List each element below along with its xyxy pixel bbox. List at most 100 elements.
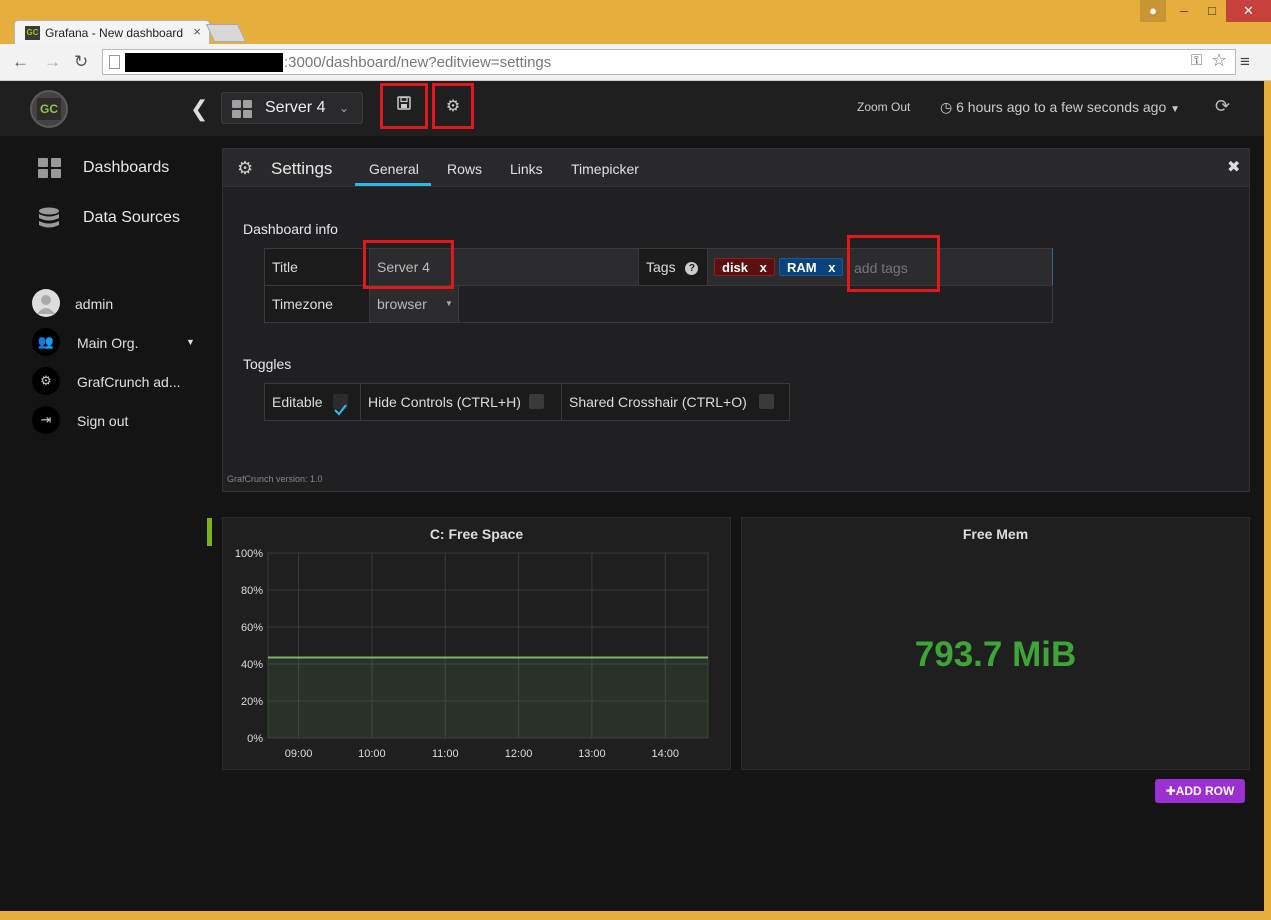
caret-down-icon: ▼ [1170, 104, 1181, 115]
caret-down-icon: ⌄ [339, 101, 350, 115]
logo-text: GC [37, 98, 61, 120]
refresh-icon[interactable]: ⟳ [1215, 96, 1230, 117]
highlight-title [363, 240, 454, 289]
sidemenu-admin[interactable]: ⚙ GrafCrunch ad... [0, 367, 210, 397]
settings-title: Settings [271, 159, 333, 178]
browser-nav-bar: ← → ↻ :3000/dashboard/new?editview=setti… [0, 44, 1271, 81]
shared-crosshair-checkbox[interactable] [759, 394, 774, 409]
url-text: :3000/dashboard/new?editview=settings [284, 54, 552, 71]
caret-down-icon: ▼ [445, 299, 453, 308]
tag-remove[interactable]: x [760, 260, 767, 275]
tag-ram[interactable]: RAM x [779, 258, 844, 276]
close-icon[interactable]: ✖ [1227, 157, 1240, 177]
singlestat-panel-free-mem[interactable]: Free Mem 793.7 MiB [741, 517, 1250, 770]
x-tick-label: 09:00 [285, 748, 313, 760]
sidemenu-label: Data Sources [83, 209, 180, 226]
add-row-label: ADD ROW [1175, 784, 1235, 798]
x-tick-label: 14:00 [651, 748, 679, 760]
user-profile-icon[interactable]: ● [1140, 0, 1166, 22]
time-range-picker[interactable]: ◷ 6 hours ago to a few seconds ago ▼ [940, 99, 1180, 116]
tag-label: disk [722, 260, 749, 275]
version-text: GrafCrunch version: 1.0 [227, 474, 323, 484]
bookmark-star-icon[interactable]: ☆ [1211, 50, 1227, 71]
tag-disk[interactable]: disk x [714, 258, 775, 276]
dashboard-picker[interactable]: Server 4 ⌄ [221, 92, 363, 124]
browser-tab-title: Grafana - New dashboard [45, 26, 184, 40]
toggles-heading: Toggles [243, 356, 292, 372]
minimize-window-icon[interactable]: – [1170, 0, 1198, 22]
toggle-shared-crosshair[interactable]: Shared Crosshair (CTRL+O) [561, 383, 790, 421]
back-arrow-icon[interactable]: ← [12, 52, 29, 72]
browser-tab[interactable]: GC Grafana - New dashboard × [14, 20, 210, 45]
y-tick-label: 60% [241, 622, 263, 634]
database-icon [38, 207, 60, 236]
y-tick-label: 80% [241, 585, 263, 597]
x-tick-label: 12:00 [505, 748, 533, 760]
timezone-select[interactable]: browser ▼ [369, 285, 459, 323]
timezone-value: browser [377, 296, 427, 312]
editable-checkbox[interactable] [333, 394, 348, 416]
chevron-left-icon[interactable]: ❮ [190, 96, 208, 122]
save-floppy-icon [383, 96, 425, 115]
y-tick-label: 40% [241, 659, 263, 671]
zoom-out-button[interactable]: Zoom Out [857, 100, 910, 114]
row-collapse-handle[interactable] [207, 518, 212, 546]
sidemenu-label: Dashboards [83, 159, 170, 176]
clock-icon: ◷ [940, 99, 953, 115]
hide-controls-checkbox[interactable] [529, 394, 544, 409]
key-icon[interactable]: ⚿ [1191, 52, 1202, 69]
x-tick-label: 13:00 [578, 748, 606, 760]
grafana-favicon-icon: GC [25, 26, 40, 40]
toggle-hide-controls[interactable]: Hide Controls (CTRL+H) [360, 383, 562, 421]
browser-menu-icon[interactable]: ≡ [1240, 52, 1250, 72]
sidemenu-user[interactable]: admin [0, 289, 210, 319]
tags-label: Tags [646, 259, 676, 275]
dashboard-grid-icon [232, 100, 252, 118]
y-tick-label: 100% [235, 548, 263, 560]
add-row-button[interactable]: ✚ADD ROW [1155, 779, 1245, 803]
active-tab-underline [355, 183, 431, 186]
tab-links[interactable]: Links [510, 161, 543, 177]
sidemenu-item-data-sources[interactable]: Data Sources [0, 200, 210, 236]
settings-panel: ⚙ Settings General Rows Links Timepicker… [222, 148, 1250, 492]
sign-out-label: Sign out [77, 413, 129, 429]
series-area [268, 657, 708, 738]
y-tick-label: 20% [241, 696, 263, 708]
sign-out-icon: ⇥ [32, 406, 60, 434]
dashboard-settings-button[interactable]: ⚙ [432, 83, 474, 129]
highlight-add-tags [847, 235, 940, 292]
address-bar[interactable]: :3000/dashboard/new?editview=settings ⚿ … [102, 49, 1236, 75]
title-label: Title [264, 248, 370, 286]
x-tick-label: 10:00 [358, 748, 386, 760]
window-border-bottom [0, 911, 1271, 920]
tab-close-icon[interactable]: × [193, 24, 201, 39]
window-border [1264, 81, 1271, 920]
timezone-row-filler [458, 285, 1053, 323]
tab-general[interactable]: General [369, 161, 419, 177]
graph-panel-free-space[interactable]: C: Free Space 0% 20% 40% 60% 80% 100% 09:00 10:… [222, 517, 731, 770]
tab-timepicker[interactable]: Timepicker [571, 161, 639, 177]
grafana-logo[interactable]: GC [30, 90, 68, 128]
sidemenu-sign-out[interactable]: ⇥ Sign out [0, 406, 210, 436]
close-window-icon[interactable]: ✕ [1226, 0, 1271, 22]
tab-rows[interactable]: Rows [447, 161, 482, 177]
maximize-window-icon[interactable]: □ [1198, 0, 1226, 22]
tag-remove[interactable]: x [828, 260, 835, 275]
page-icon [109, 55, 120, 69]
save-dashboard-button[interactable] [380, 83, 428, 129]
org-name: Main Org. [77, 335, 139, 351]
settings-header: ⚙ Settings General Rows Links Timepicker… [223, 149, 1249, 187]
reload-icon[interactable]: ↻ [74, 52, 88, 72]
sidemenu-org[interactable]: 👥 Main Org. ▼ [0, 328, 210, 358]
panel-title: Free Mem [962, 526, 1029, 542]
free-space-graph: 0% 20% 40% 60% 80% 100% 09:00 10:00 11:00 12:00 13… [235, 548, 709, 760]
dashboard-title: Server 4 [265, 99, 326, 116]
timezone-label: Timezone [264, 285, 370, 323]
forward-arrow-icon[interactable]: → [44, 52, 61, 72]
toggle-editable[interactable]: Editable [264, 383, 361, 421]
help-question-icon[interactable]: ? [685, 262, 699, 275]
plus-icon: ✚ [1165, 784, 1176, 798]
dashboard-info-heading: Dashboard info [243, 221, 338, 237]
sidemenu-item-dashboards[interactable]: Dashboards [0, 150, 210, 186]
tags-label-cell: Tags ? [638, 248, 708, 286]
